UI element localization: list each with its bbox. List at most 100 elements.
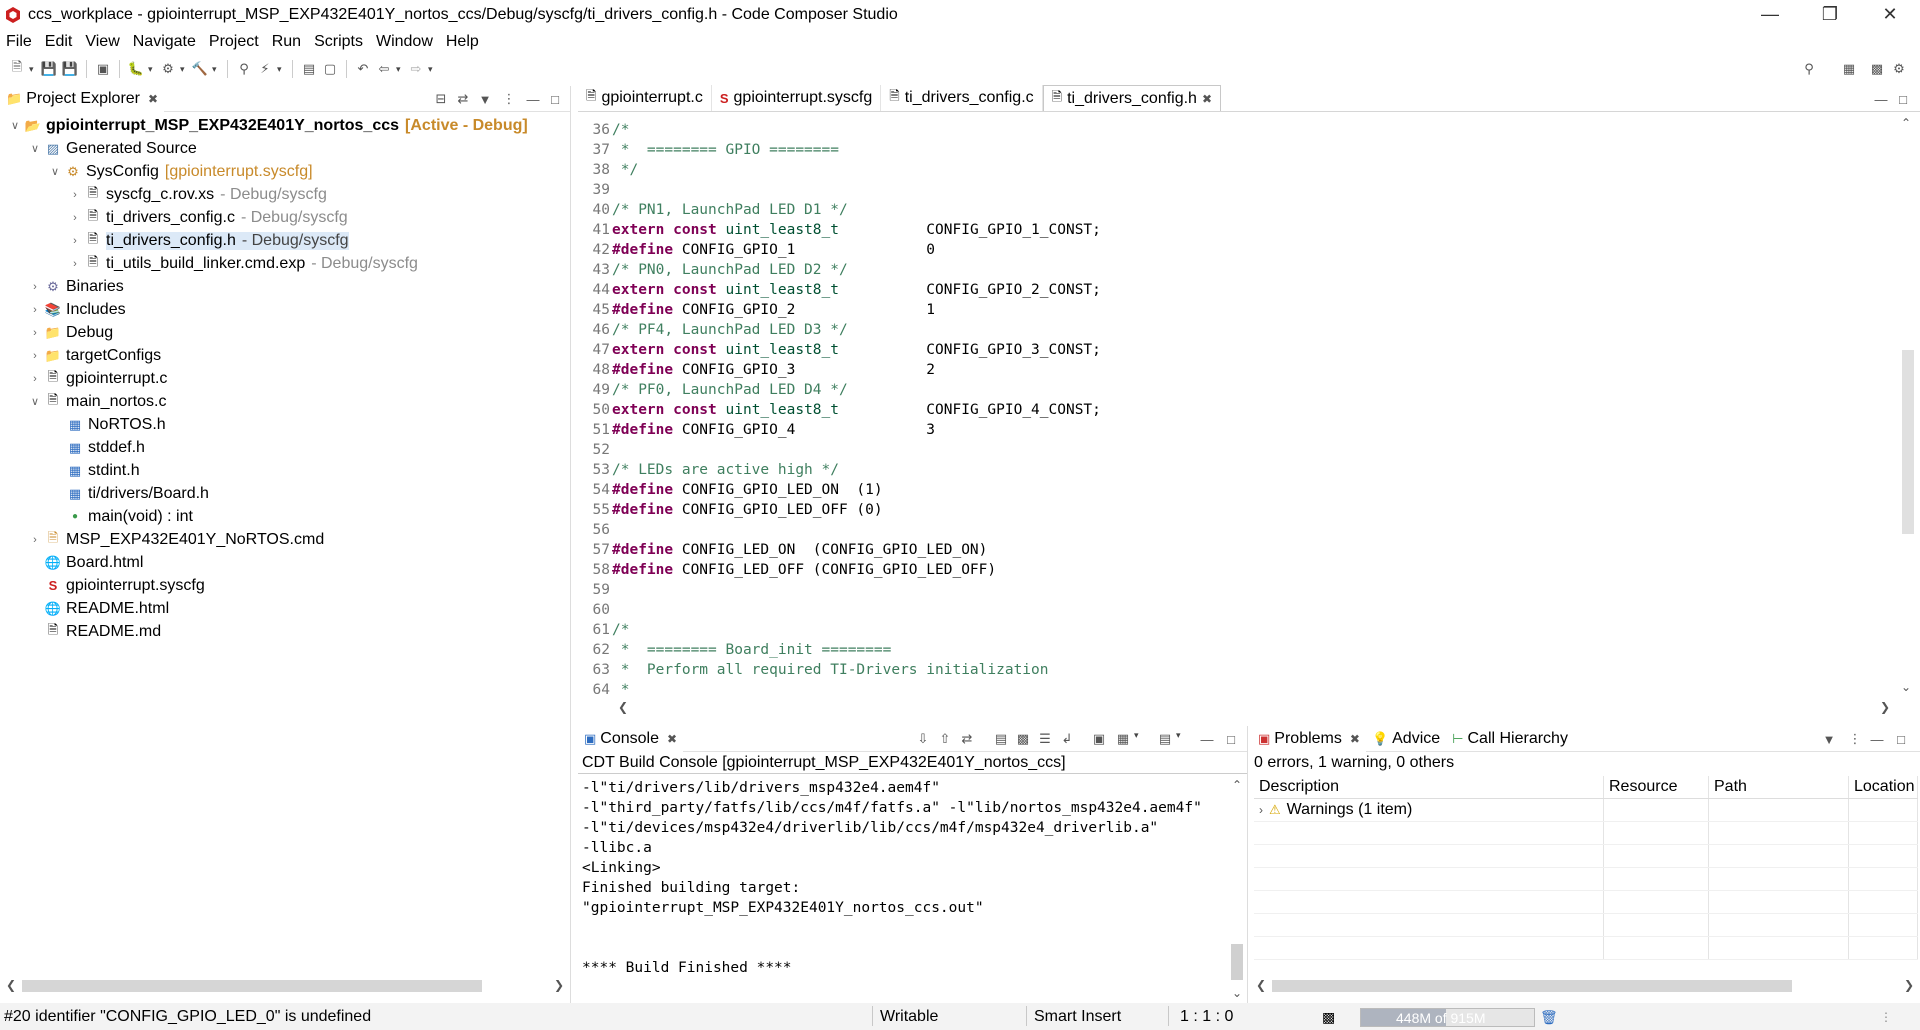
menu-run[interactable]: Run: [272, 33, 301, 51]
back-dropdown-icon[interactable]: ▾: [396, 64, 404, 75]
tree-item-board-html[interactable]: 🌐 Board.html: [0, 551, 570, 574]
code-line[interactable]: 39: [578, 180, 1898, 200]
copy-build-log-icon[interactable]: ▤: [992, 730, 1010, 748]
menu-help[interactable]: Help: [446, 33, 479, 51]
close-icon[interactable]: ✕: [1860, 0, 1920, 29]
scroll-lock-icon[interactable]: ☰: [1036, 730, 1054, 748]
code-line[interactable]: 37 * ======== GPIO ========: [578, 140, 1898, 160]
minimize-view-icon[interactable]: —: [1198, 730, 1216, 748]
close-tab-icon[interactable]: ✖: [148, 92, 158, 106]
code-line[interactable]: 45 #define CONFIG_GPIO_2 1: [578, 300, 1898, 320]
code-line[interactable]: 52: [578, 440, 1898, 460]
column-header-path[interactable]: Path: [1709, 776, 1849, 798]
collapse-all-icon[interactable]: ⊟: [432, 90, 450, 108]
menu-edit[interactable]: Edit: [45, 33, 73, 51]
maximize-view-icon[interactable]: □: [1894, 90, 1912, 108]
tree-item-syscfg[interactable]: S gpiointerrupt.syscfg: [0, 574, 570, 597]
scroll-up-icon[interactable]: ⌃: [1901, 116, 1911, 130]
clear-console-icon[interactable]: ▩: [1014, 730, 1032, 748]
heap-status[interactable]: 448M of 915M: [1360, 1008, 1535, 1027]
code-line[interactable]: 47 extern const uint_least8_t CONFIG_GPIO…: [578, 340, 1898, 360]
ccs-edit-perspective-icon[interactable]: ▩: [1868, 60, 1886, 78]
maximize-view-icon[interactable]: □: [1892, 730, 1910, 748]
maximize-view-icon[interactable]: □: [546, 90, 564, 108]
filter-icon[interactable]: ▼: [476, 90, 494, 108]
task-dropdown-icon[interactable]: ▾: [277, 64, 285, 75]
tree-item-file[interactable]: › 🗎 syscfg_c.rov.xs - Debug/syscfg: [0, 183, 570, 206]
console-vscrollbar[interactable]: ⌃ ⌄: [1229, 778, 1245, 1000]
forward-dropdown-icon[interactable]: ▾: [428, 64, 436, 75]
save-all-icon[interactable]: 💾: [61, 60, 79, 78]
tab-problems[interactable]: ▣ Problems ✖: [1252, 725, 1366, 752]
tree-item-gpiointerrupt-c[interactable]: › 🗎 gpiointerrupt.c: [0, 367, 570, 390]
build-dropdown-icon[interactable]: ▾: [212, 64, 220, 75]
column-header-description[interactable]: Description: [1254, 776, 1604, 798]
display-console-dropdown-icon[interactable]: ▾: [1134, 730, 1142, 741]
code-line[interactable]: 55 #define CONFIG_GPIO_LED_OFF (0): [578, 500, 1898, 520]
menu-project[interactable]: Project: [209, 33, 259, 51]
minimize-view-icon[interactable]: —: [1868, 730, 1886, 748]
view-menu-icon[interactable]: ⋮: [500, 90, 518, 108]
flash-dropdown-icon[interactable]: ▾: [180, 64, 188, 75]
editor-tab-ti-drivers-config-h[interactable]: 🗎 ti_drivers_config.h ✖: [1042, 85, 1222, 111]
flash-icon[interactable]: ⚙: [159, 60, 177, 78]
word-wrap-icon[interactable]: ↲: [1058, 730, 1076, 748]
tree-item-includes[interactable]: › 📚 Includes: [0, 298, 570, 321]
scroll-down-icon[interactable]: ⌄: [1232, 986, 1242, 1000]
scroll-right-icon[interactable]: ❯: [1904, 978, 1914, 992]
last-edit-icon[interactable]: ↶: [354, 60, 372, 78]
code-line[interactable]: 54 #define CONFIG_GPIO_LED_ON (1): [578, 480, 1898, 500]
build-hammer-icon[interactable]: 🔨: [191, 60, 209, 78]
tree-item-include[interactable]: ▦ stddef.h: [0, 436, 570, 459]
code-line[interactable]: 60: [578, 600, 1898, 620]
tree-item-project[interactable]: ∨ 📂 gpiointerrupt_MSP_EXP432E401Y_nortos…: [0, 114, 570, 137]
scroll-right-icon[interactable]: ❯: [554, 978, 564, 992]
tree-item-file[interactable]: › 🗎 ti_drivers_config.c - Debug/syscfg: [0, 206, 570, 229]
code-line[interactable]: 56: [578, 520, 1898, 540]
chevron-down-icon[interactable]: ∨: [28, 142, 42, 155]
table-row[interactable]: › ⚠ Warnings (1 item): [1254, 799, 1918, 822]
code-line[interactable]: 61/*: [578, 620, 1898, 640]
tree-item-file[interactable]: › 🗎 ti_utils_build_linker.cmd.exp - Debu…: [0, 252, 570, 275]
tree-item-readme-md[interactable]: 🗎 README.md: [0, 620, 570, 643]
trash-icon[interactable]: 🗑: [1540, 1007, 1558, 1027]
scroll-thumb[interactable]: [1902, 350, 1914, 534]
scroll-left-icon[interactable]: ❮: [618, 700, 628, 714]
chevron-right-icon[interactable]: ›: [28, 534, 42, 546]
previous-error-icon[interactable]: ⇧: [936, 730, 954, 748]
tab-project-explorer[interactable]: 📁 Project Explorer ✖: [0, 85, 165, 112]
tree-item-include[interactable]: ▦ NoRTOS.h: [0, 413, 570, 436]
view-menu-icon[interactable]: ⋮: [1846, 730, 1864, 748]
tree-item-cmd-file[interactable]: › 🗎 MSP_EXP432E401Y_NoRTOS.cmd: [0, 528, 570, 551]
link-editor-icon[interactable]: ⇄: [454, 90, 472, 108]
tree-item-file-selected[interactable]: › 🗎 ti_drivers_config.h - Debug/syscfg: [0, 229, 570, 252]
close-tab-icon[interactable]: ✖: [1202, 92, 1212, 106]
chevron-right-icon[interactable]: ›: [68, 212, 82, 224]
chevron-right-icon[interactable]: ›: [28, 304, 42, 316]
editor-tab-ti-drivers-config-c[interactable]: 🗎 ti_drivers_config.c: [881, 85, 1043, 111]
scroll-left-icon[interactable]: ❮: [1256, 978, 1266, 992]
editor-vscrollbar[interactable]: ⌃ ⌄: [1898, 116, 1916, 694]
tree-item-generated-source[interactable]: ∨ ▨ Generated Source: [0, 137, 570, 160]
code-line[interactable]: 38 */: [578, 160, 1898, 180]
chevron-right-icon[interactable]: ›: [1259, 803, 1263, 817]
tree-item-function[interactable]: ● main(void) : int: [0, 505, 570, 528]
debug-dropdown-icon[interactable]: ▾: [148, 64, 156, 75]
code-line[interactable]: 42 #define CONFIG_GPIO_1 0: [578, 240, 1898, 260]
tree-item-sysconfig[interactable]: ∨ ⚙ SysConfig [gpiointerrupt.syscfg]: [0, 160, 570, 183]
tree-item-targetconfigs[interactable]: › 📁 targetConfigs: [0, 344, 570, 367]
code-editor[interactable]: 36/* 37 * ======== GPIO ======== 38 */39 40…: [578, 120, 1898, 698]
search-icon[interactable]: ⚲: [1800, 60, 1818, 78]
restore-icon[interactable]: ❐: [1800, 0, 1860, 29]
code-line[interactable]: 46/* PF4, LaunchPad LED D3 */: [578, 320, 1898, 340]
minimize-icon[interactable]: —: [1740, 0, 1800, 29]
maximize-view-icon[interactable]: □: [1222, 730, 1240, 748]
scroll-thumb[interactable]: [1272, 980, 1792, 992]
open-console-icon[interactable]: ▤: [1156, 730, 1174, 748]
next-error-icon[interactable]: ⇩: [914, 730, 932, 748]
tree-item-include[interactable]: ▦ ti/drivers/Board.h: [0, 482, 570, 505]
tree-item-debug-folder[interactable]: › 📁 Debug: [0, 321, 570, 344]
menu-scripts[interactable]: Scripts: [314, 33, 363, 51]
code-line[interactable]: 49/* PF0, LaunchPad LED D4 */: [578, 380, 1898, 400]
tree-item-include[interactable]: ▦ stdint.h: [0, 459, 570, 482]
